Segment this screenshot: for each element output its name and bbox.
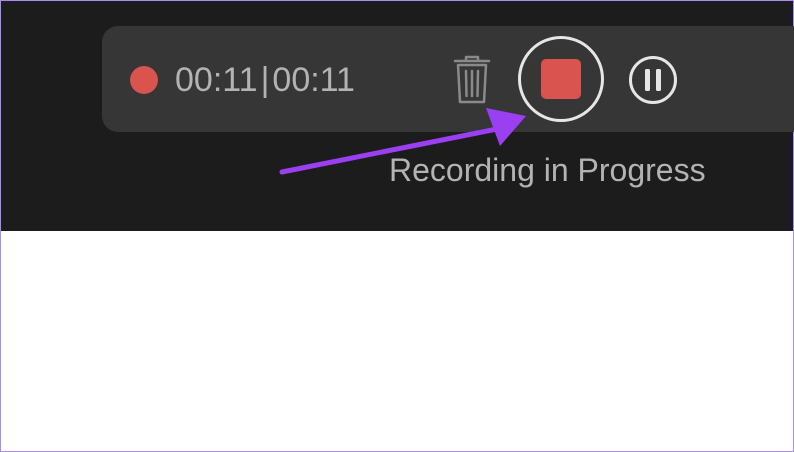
elapsed-time: 00:11 — [175, 61, 258, 99]
total-time: 00:11 — [272, 61, 355, 99]
pause-icon — [629, 56, 677, 104]
trash-icon[interactable] — [450, 54, 494, 106]
timer-separator: | — [260, 61, 270, 99]
arrow-icon — [279, 108, 526, 175]
recording-timer: 00:11|00:11 — [175, 60, 355, 100]
stop-icon — [541, 59, 581, 99]
record-dot-icon — [130, 66, 158, 94]
pause-recording-button[interactable] — [628, 55, 678, 105]
